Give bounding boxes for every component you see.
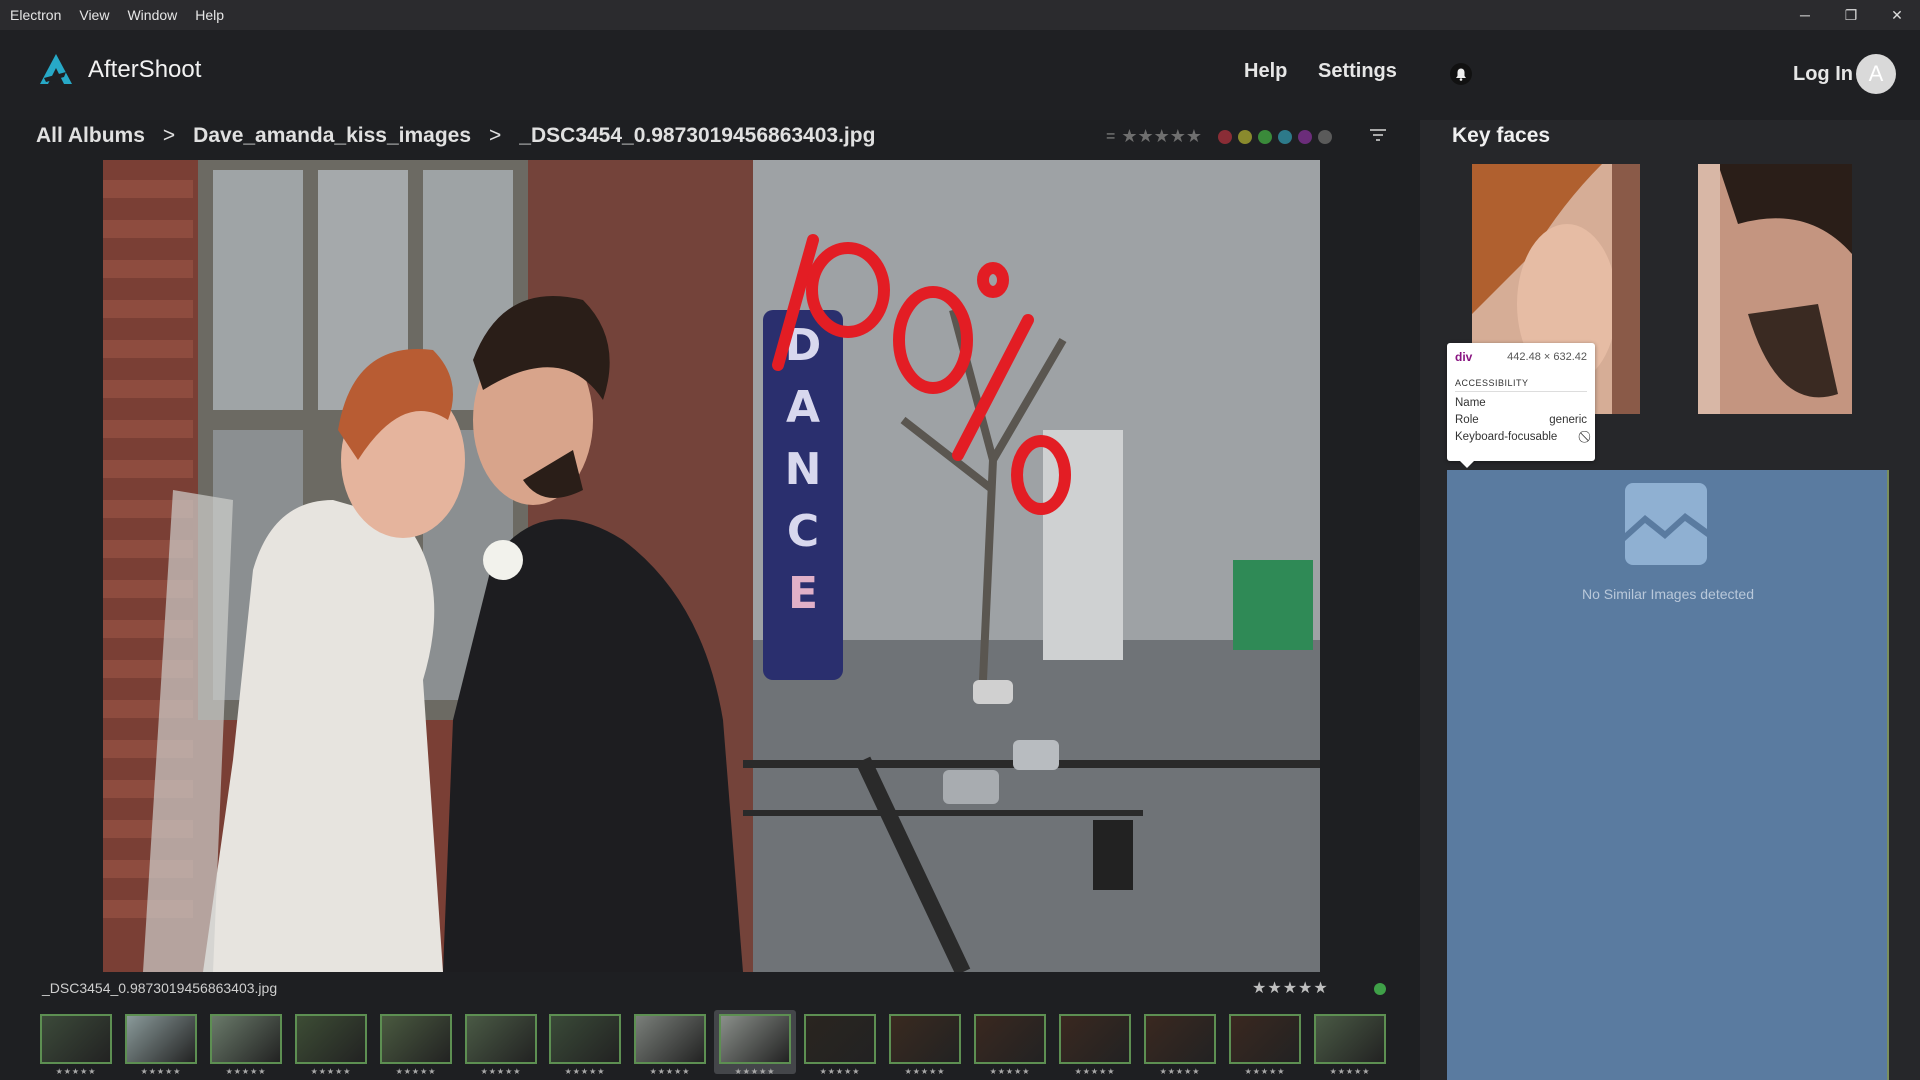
color-label-dot[interactable] xyxy=(1318,129,1333,144)
filmstrip-thumbnail[interactable] xyxy=(634,1014,706,1064)
color-label-dot[interactable] xyxy=(1238,129,1253,144)
filmstrip-thumbnail[interactable] xyxy=(889,1014,961,1064)
thumbnail-rating-stars: ★★★★★ xyxy=(564,1067,606,1076)
filter-icon[interactable] xyxy=(1370,128,1386,147)
color-label-filter xyxy=(1218,129,1338,144)
breadcrumb-separator: > xyxy=(489,124,502,147)
thumbnail-rating-stars: ★★★★★ xyxy=(1244,1067,1286,1076)
groom-face-image xyxy=(1698,164,1852,414)
filmstrip-thumbnail[interactable] xyxy=(719,1014,791,1064)
aftershoot-logo-icon xyxy=(40,54,72,84)
photo-illustration: D A N C E xyxy=(103,160,1320,972)
devtools-inspect-tooltip: div 442.48 × 632.42 ACCESSIBILITY Name R… xyxy=(1447,343,1595,461)
menu-window[interactable]: Window xyxy=(127,7,177,23)
filmstrip-thumbnail[interactable] xyxy=(1229,1014,1301,1064)
rating-filter: = ★★★★★ xyxy=(1106,126,1338,147)
bell-icon[interactable] xyxy=(1450,62,1472,91)
tooltip-row-label: Name xyxy=(1455,397,1486,409)
filmstrip-thumbnail[interactable] xyxy=(1059,1014,1131,1064)
thumbnail-rating-stars: ★★★★★ xyxy=(1159,1067,1201,1076)
restore-button[interactable]: ❐ xyxy=(1828,0,1874,30)
tooltip-row-name: Name xyxy=(1455,397,1587,409)
tooltip-row-value: generic xyxy=(1549,414,1587,426)
window-controls: ─ ❐ ✕ xyxy=(1782,0,1920,30)
tooltip-section-title: ACCESSIBILITY xyxy=(1455,378,1587,392)
thumbnail-rating-stars: ★★★★★ xyxy=(1074,1067,1116,1076)
thumbnail-rating-stars: ★★★★★ xyxy=(310,1067,352,1076)
filmstrip-thumbnail[interactable] xyxy=(465,1014,537,1064)
color-label-dot[interactable] xyxy=(1278,129,1293,144)
rating-operator[interactable]: = xyxy=(1106,128,1115,146)
avatar[interactable]: A xyxy=(1856,54,1896,94)
thumbnail-rating-stars: ★★★★★ xyxy=(55,1067,97,1076)
nav-help[interactable]: Help xyxy=(1244,60,1287,83)
key-face-groom[interactable] xyxy=(1698,164,1852,414)
tooltip-row-focusable: Keyboard-focusable ⃠ xyxy=(1455,431,1587,444)
menu-view[interactable]: View xyxy=(79,7,109,23)
app-logo[interactable]: AfterShoot xyxy=(36,52,201,88)
filmstrip-thumbnail[interactable] xyxy=(549,1014,621,1064)
current-rating-stars[interactable]: ★★★★★ xyxy=(1252,978,1329,998)
app-header: AfterShoot Help Settings Log In A xyxy=(0,30,1920,120)
login-button[interactable]: Log In xyxy=(1793,63,1853,86)
app-name: AfterShoot xyxy=(88,56,202,83)
nav-settings[interactable]: Settings xyxy=(1318,60,1397,83)
color-label-dot[interactable] xyxy=(1298,129,1313,144)
thumbnail-rating-stars: ★★★★★ xyxy=(904,1067,946,1076)
status-indicator xyxy=(1374,983,1386,995)
svg-text:N: N xyxy=(785,444,822,495)
breadcrumb-all-albums[interactable]: All Albums xyxy=(36,124,145,148)
filmstrip-thumbnail[interactable] xyxy=(974,1014,1046,1064)
thumbnail-rating-stars: ★★★★★ xyxy=(989,1067,1031,1076)
filmstrip-thumbnail[interactable] xyxy=(210,1014,282,1064)
no-similar-images-text: No Similar Images detected xyxy=(1582,586,1754,602)
thumbnail-rating-stars: ★★★★★ xyxy=(1329,1067,1371,1076)
main-photo[interactable]: D A N C E xyxy=(103,160,1320,972)
filmstrip-thumbnail[interactable] xyxy=(1144,1014,1216,1064)
filmstrip: ★★★★★ ★★★★★ ★★★★★ ★★★★★ ★★★★★ ★★★★★ ★★★★★ ★★★★★… xyxy=(40,1010,1390,1080)
filmstrip-thumbnail[interactable] xyxy=(1314,1014,1386,1064)
color-label-dot[interactable] xyxy=(1258,129,1273,144)
tooltip-row-label: Role xyxy=(1455,414,1479,426)
color-label-dot[interactable] xyxy=(1218,129,1233,144)
close-button[interactable]: ✕ xyxy=(1874,0,1920,30)
tooltip-arrow xyxy=(1460,461,1474,468)
filmstrip-thumbnail[interactable] xyxy=(125,1014,197,1064)
thumbnail-rating-stars: ★★★★★ xyxy=(734,1067,776,1076)
filmstrip-thumbnail[interactable] xyxy=(380,1014,452,1064)
filmstrip-thumbnail[interactable] xyxy=(295,1014,367,1064)
thumbnail-rating-stars: ★★★★★ xyxy=(395,1067,437,1076)
tooltip-row-role: Role generic xyxy=(1455,414,1587,426)
breadcrumb-file: _DSC3454_0.9873019456863403.jpg xyxy=(519,124,876,147)
menu-help[interactable]: Help xyxy=(195,7,224,23)
filmstrip-thumbnail[interactable] xyxy=(804,1014,876,1064)
rating-stars-filter[interactable]: ★★★★★ xyxy=(1121,126,1202,147)
os-menu: Electron View Window Help xyxy=(0,7,242,23)
minimize-button[interactable]: ─ xyxy=(1782,0,1828,30)
thumbnail-rating-stars: ★★★★★ xyxy=(480,1067,522,1076)
no-image-icon xyxy=(1625,483,1707,570)
key-faces-title: Key faces xyxy=(1452,124,1551,147)
svg-text:C: C xyxy=(787,506,819,557)
svg-text:E: E xyxy=(788,568,818,619)
breadcrumb: All Albums > Dave_amanda_kiss_images > _… xyxy=(36,124,875,148)
menu-electron[interactable]: Electron xyxy=(10,7,61,23)
os-title-bar: Electron View Window Help ─ ❐ ✕ xyxy=(0,0,1920,30)
tooltip-dimensions: 442.48 × 632.42 xyxy=(1507,351,1587,363)
current-filename: _DSC3454_0.9873019456863403.jpg xyxy=(42,980,278,996)
filmstrip-thumbnail[interactable] xyxy=(40,1014,112,1064)
thumbnail-rating-stars: ★★★★★ xyxy=(225,1067,267,1076)
thumbnail-rating-stars: ★★★★★ xyxy=(140,1067,182,1076)
thumbnail-rating-stars: ★★★★★ xyxy=(819,1067,861,1076)
breadcrumb-album[interactable]: Dave_amanda_kiss_images xyxy=(193,124,471,148)
tooltip-tag: div xyxy=(1455,350,1473,364)
svg-text:A: A xyxy=(786,382,820,433)
breadcrumb-separator: > xyxy=(162,124,176,147)
tooltip-row-label: Keyboard-focusable xyxy=(1455,431,1558,443)
thumbnail-rating-stars: ★★★★★ xyxy=(649,1067,691,1076)
